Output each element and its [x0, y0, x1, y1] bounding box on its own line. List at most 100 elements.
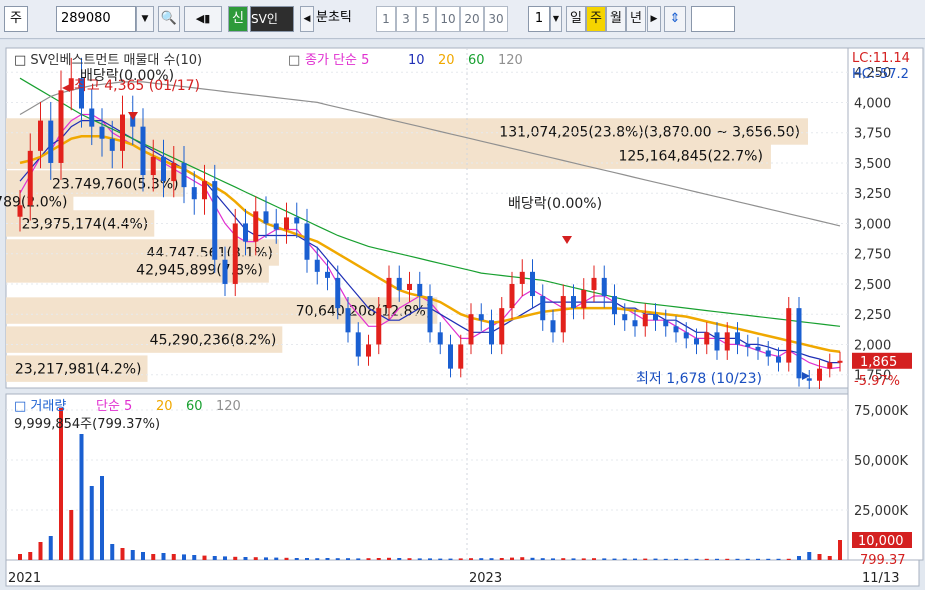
code-dropdown-button[interactable]: ▼	[136, 6, 154, 32]
volume-bar	[130, 550, 135, 560]
candle-body	[642, 314, 648, 327]
volume-bar	[663, 558, 668, 560]
minute-button-30[interactable]: 30	[484, 6, 508, 32]
candle-body	[376, 308, 382, 345]
next-period-button[interactable]: ▶	[647, 6, 661, 32]
volume-bar	[141, 552, 145, 560]
candle-body	[212, 181, 218, 260]
volume-bar	[438, 558, 443, 560]
volume-profile-label: 23,217,981(4.2%)	[15, 362, 142, 378]
interval-dropdown[interactable]: ▼	[550, 6, 562, 32]
price-tick-label: 2,250	[854, 308, 891, 323]
candle-body	[468, 314, 474, 345]
minute-button-3[interactable]: 3	[396, 6, 416, 32]
candle-body	[232, 223, 238, 284]
candle-body	[120, 114, 125, 151]
volume-bar	[838, 540, 842, 560]
prev-period-button[interactable]: ◀	[300, 6, 314, 32]
volume-legend-ma: 단순 5	[96, 399, 132, 414]
period-main-label[interactable]: 분초틱	[316, 6, 374, 32]
volume-bar	[817, 554, 822, 560]
candle-body	[150, 156, 156, 176]
view-button-년[interactable]: 년	[626, 6, 646, 32]
candle-body	[581, 289, 587, 309]
interval-input[interactable]: 1	[528, 6, 550, 32]
price-volume-chart: 131,074,205(23.8%)(3,870.00 ~ 3,656.50) 1…	[0, 40, 925, 590]
volume-bar	[48, 536, 53, 560]
candle-body	[683, 332, 689, 339]
minute-button-20[interactable]: 20	[460, 6, 484, 32]
price-legend-ma-60: 60	[468, 53, 485, 68]
candle-body	[273, 223, 279, 230]
candle-body	[38, 120, 43, 151]
candle-body	[550, 320, 556, 333]
candle-body	[355, 332, 361, 357]
extra-input[interactable]	[691, 6, 735, 32]
candle-body	[837, 360, 843, 363]
candle-body	[263, 211, 269, 224]
volume-bar	[448, 558, 453, 560]
view-button-주[interactable]: 주	[586, 6, 606, 32]
volume-bar	[79, 434, 84, 560]
speaker-button[interactable]: ◀▮	[184, 6, 222, 32]
market-select[interactable]: 주	[4, 6, 28, 32]
view-button-일[interactable]: 일	[566, 6, 586, 32]
volume-legend-title: □ 거래량	[14, 399, 66, 414]
stock-name-field[interactable]: SV인	[250, 6, 294, 32]
volume-bar	[633, 558, 637, 560]
volume-profile-label: 42,945,899(7.8%)	[136, 262, 263, 278]
candle-body	[448, 344, 453, 369]
volume-bar	[704, 558, 709, 560]
volume-bar	[797, 556, 801, 560]
minute-button-10[interactable]: 10	[436, 6, 460, 32]
new-badge: 신	[232, 11, 244, 26]
candle-body	[417, 283, 423, 297]
stock-code-input[interactable]: 289080	[56, 6, 136, 32]
candle-body	[335, 277, 341, 309]
volume-bar	[305, 558, 309, 560]
candle-body	[161, 156, 166, 182]
candle-body	[294, 217, 300, 224]
volume-bar	[612, 558, 617, 560]
volume-bar	[756, 558, 760, 560]
volume-profile-label: 45,290,236(8.2%)	[150, 333, 277, 349]
sort-button[interactable]: ⇕	[664, 6, 686, 32]
candle-body	[786, 308, 792, 363]
volume-bar	[182, 554, 186, 560]
view-button-월[interactable]: 월	[606, 6, 626, 32]
dividend-marker: 배당락(0.00%)	[508, 196, 602, 212]
volume-bar	[233, 556, 238, 560]
volume-bar	[551, 558, 555, 560]
search-button[interactable]: 🔍	[158, 6, 180, 32]
minute-button-5[interactable]: 5	[416, 6, 436, 32]
candle-body	[499, 308, 505, 345]
volume-bar	[786, 558, 791, 560]
candle-body	[325, 271, 330, 278]
volume-bar	[735, 558, 740, 560]
new-badge-button[interactable]: 신	[228, 6, 248, 32]
candle-body	[601, 277, 607, 297]
volume-bar	[745, 558, 750, 560]
candle-body	[478, 314, 484, 321]
current-price: 1,865	[860, 355, 897, 370]
x-axis-area	[5, 559, 920, 587]
candle-body	[304, 223, 310, 260]
candle-body	[171, 162, 177, 182]
current-volume-ratio: 799.37	[860, 553, 906, 568]
candle-body	[48, 120, 54, 163]
volume-bar	[653, 558, 658, 560]
volume-bar	[766, 558, 771, 560]
candle-body	[191, 187, 197, 200]
dividend-marker: 배당락(0.00%)	[80, 68, 174, 84]
volume-bar	[110, 544, 115, 560]
candle-body	[704, 332, 710, 345]
volume-bar	[397, 558, 402, 560]
candle-body	[202, 181, 207, 200]
minute-button-1[interactable]: 1	[376, 6, 396, 32]
volume-bar	[376, 558, 381, 560]
volume-bar	[264, 557, 268, 560]
volume-bar	[489, 558, 494, 560]
volume-bar	[571, 558, 576, 560]
candle-body	[140, 126, 146, 176]
volume-bar	[807, 552, 812, 560]
